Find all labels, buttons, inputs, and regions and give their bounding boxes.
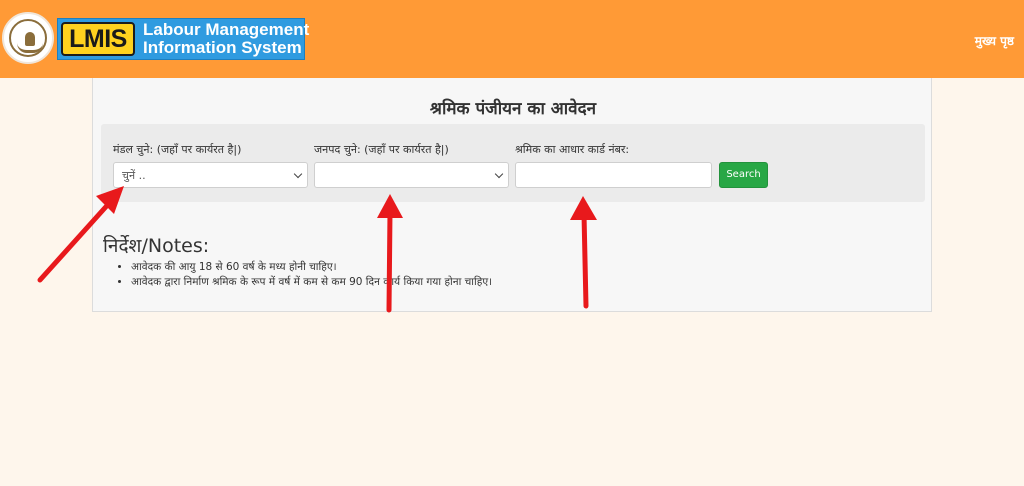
- arrow-to-mandal: [37, 186, 124, 283]
- annotation-arrows: [37, 186, 597, 313]
- arrow-to-aadhaar: [570, 196, 597, 309]
- arrow-to-janpad: [377, 194, 403, 313]
